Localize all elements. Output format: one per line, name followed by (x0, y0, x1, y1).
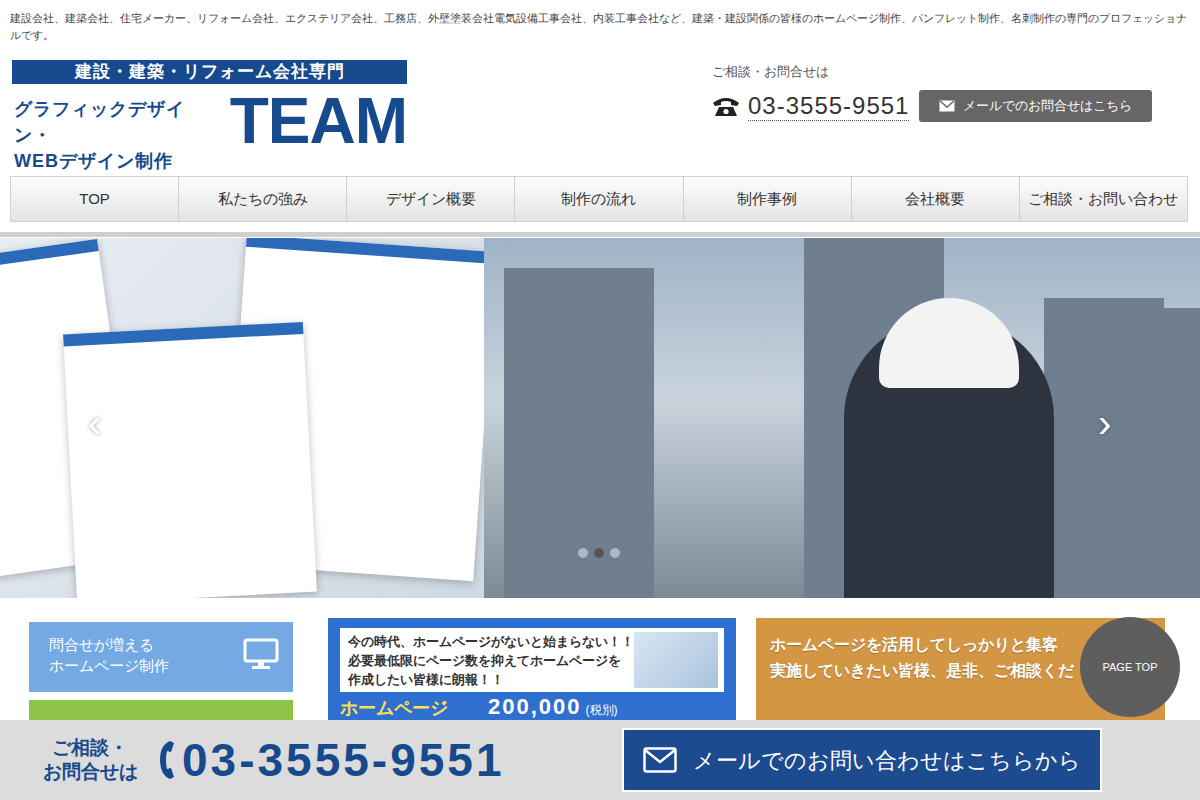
handset-icon (158, 739, 176, 781)
logo-row: グラフィックデザイン・WEBデザイン制作TEAM (12, 88, 407, 154)
banner-text: 問合せが増えるホームページ制作 (49, 634, 169, 692)
logo-lines: グラフィックデザイン・WEBデザイン制作 (14, 88, 220, 174)
price-banner-inner: 今の時代、ホームページがないと始まらない！！必要最低限にページ数を抑えてホームペ… (340, 628, 724, 692)
nav-item[interactable]: デザイン概要 (346, 177, 514, 221)
banner-photo (634, 632, 718, 688)
website-mockup (63, 322, 317, 598)
banner-line: 問合せが増える (49, 634, 169, 655)
banner-line: 必要最低限にページ数を抑えてホームページを (348, 651, 634, 670)
footer-label-line: お問合せは (30, 760, 150, 784)
footer-label: ご相談・お問合せは (30, 736, 150, 784)
next-arrow[interactable]: › (1098, 403, 1111, 443)
nav-item[interactable]: ご相談・お問い合わせ (1019, 177, 1187, 221)
footer-mail-button[interactable]: メールでのお問い合わせはこちらから (622, 728, 1102, 792)
contact-row: 03-3555-9551 メールでのお問合せはこちら (712, 90, 1152, 122)
divider (0, 232, 1200, 237)
mail-icon (939, 100, 955, 112)
page-top-label: PAGE TOP (1102, 659, 1157, 676)
logo-line: WEBデザイン制作 (14, 148, 220, 174)
contact-label: ご相談・お問合せは (712, 62, 1152, 82)
price-banner[interactable]: 今の時代、ホームページがないと始まらない！！必要最低限にページ数を抑えてホームペ… (328, 618, 736, 720)
logo-brand: TEAM (230, 88, 407, 154)
footer-mail-label: メールでのお問い合わせはこちらから (693, 744, 1081, 777)
phone-number[interactable]: 03-3555-9551 (748, 92, 909, 121)
nav-item[interactable]: 会社概要 (851, 177, 1019, 221)
phone-icon (712, 95, 740, 117)
price-label: ホームページ (340, 697, 448, 719)
banner-line: 今の時代、ホームページがないと始まらない！！ (348, 632, 634, 651)
tagline: 建設会社、建築会社、住宅メーカー、リフォーム会社、エクステリア会社、工務店、外壁… (0, 0, 1200, 50)
mail-button-label: メールでのお問合せはこちら (963, 96, 1132, 116)
nav-item[interactable]: 制作の流れ (514, 177, 682, 221)
footer-phone[interactable]: 03-3555-9551 (158, 726, 504, 795)
nav-item[interactable]: 制作事例 (683, 177, 851, 221)
slider-dot[interactable] (578, 548, 588, 558)
logo-badge: 建設・建築・リフォーム会社専門 (12, 60, 407, 84)
contact: ご相談・お問合せは 03-3555-9551 メールでのお問合せはこちら (712, 60, 1152, 154)
nav-item[interactable]: TOP (11, 177, 178, 221)
footer-bar: ご相談・お問合せは 03-3555-9551 メールでのお問い合わせはこちらから (0, 720, 1200, 800)
hero-slider: ‹› (0, 238, 1200, 598)
building (1044, 298, 1164, 598)
main-nav: TOP私たちの強みデザイン概要制作の流れ制作事例会社概要ご相談・お問い合わせ (10, 176, 1188, 222)
footer-label-line: ご相談・ (30, 736, 150, 760)
logo-line: グラフィックデザイン・ (14, 96, 220, 148)
price-banner-text: 今の時代、ホームページがないと始まらない！！必要最低限にページ数を抑えてホームペ… (348, 632, 634, 692)
hero-photo (484, 238, 1200, 598)
logo[interactable]: 建設・建築・リフォーム会社専門グラフィックデザイン・WEBデザイン制作TEAM (12, 60, 407, 154)
price-value: 200,000 (488, 696, 582, 718)
hero-collage (0, 238, 484, 598)
feature-left: 問合せが増えるホームページ制作 (29, 622, 293, 720)
main-area: 建設会社、建築会社、住宅メーカー、リフォーム会社、エクステリア会社、工務店、外壁… (0, 0, 1200, 720)
banner-line: ホームページ制作 (49, 655, 169, 676)
prev-arrow[interactable]: ‹ (88, 403, 101, 443)
mail-icon (643, 747, 677, 773)
website-banner[interactable]: 問合せが増えるホームページ制作 (29, 622, 293, 692)
feature-banners: 問合せが増えるホームページ制作 今の時代、ホームページがないと始まらない！！必要最… (0, 618, 1200, 720)
mail-button[interactable]: メールでのお問合せはこちら (919, 90, 1152, 122)
phone[interactable]: 03-3555-9551 (712, 92, 909, 121)
price-tax: (税別) (586, 699, 618, 720)
nav-item[interactable]: 私たちの強み (178, 177, 346, 221)
footer-phone-number[interactable]: 03-3555-9551 (182, 726, 504, 795)
price-row: ホームページ 200,000(税別) (340, 696, 724, 720)
building (1164, 308, 1200, 598)
monitor-icon (243, 638, 279, 670)
slider-dots (578, 548, 620, 558)
page-top-button[interactable]: PAGE TOP (1080, 617, 1180, 717)
green-banner[interactable] (29, 700, 293, 720)
slider-dot[interactable] (610, 548, 620, 558)
banner-line: 作成したい皆様に朗報！！ (348, 670, 634, 689)
page: 建設会社、建築会社、住宅メーカー、リフォーム会社、エクステリア会社、工務店、外壁… (0, 0, 1200, 800)
slider-dot[interactable] (594, 548, 604, 558)
header: 建設・建築・リフォーム会社専門グラフィックデザイン・WEBデザイン制作TEAM ご… (0, 60, 1200, 154)
